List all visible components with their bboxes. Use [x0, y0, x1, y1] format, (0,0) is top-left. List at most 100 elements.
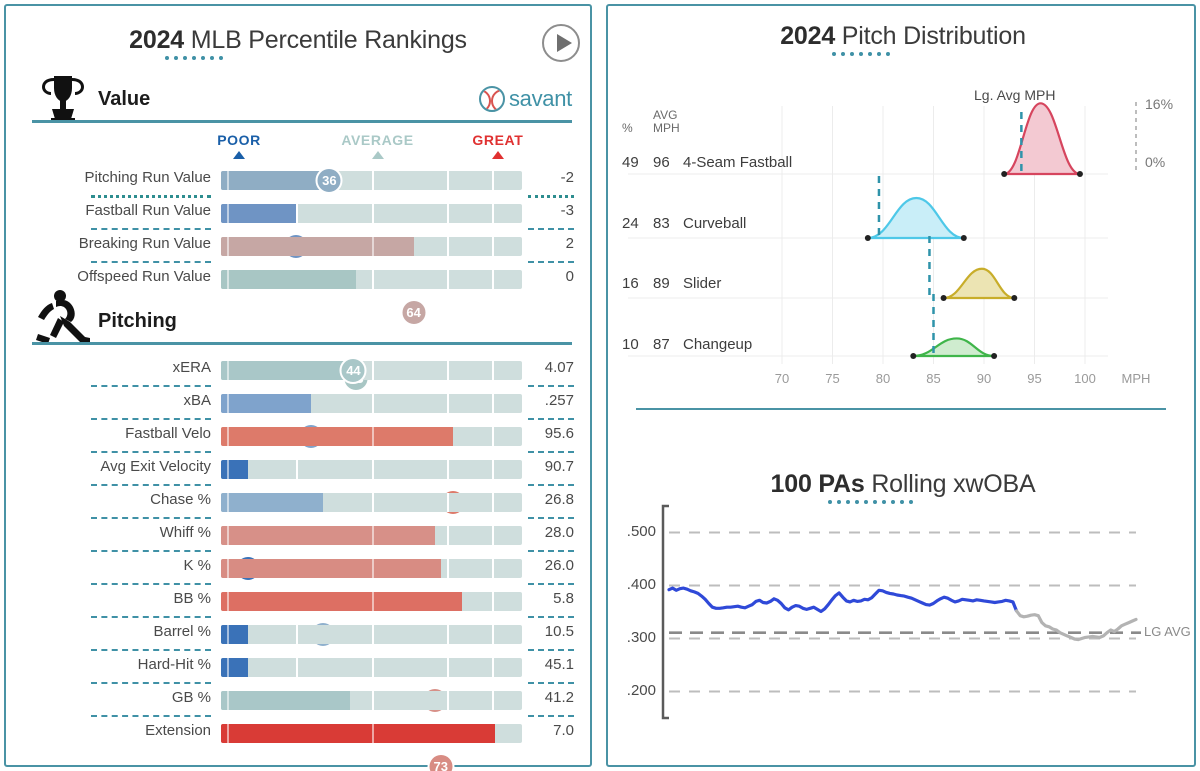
percentile-track: [221, 691, 522, 710]
track-tick: [446, 559, 449, 578]
savant-wordmark: savant: [508, 86, 572, 111]
metric-row[interactable]: K % 73 26.0: [6, 552, 594, 771]
metric-row[interactable]: Chase %3426.8: [6, 486, 594, 648]
percentile-fill: [221, 592, 462, 611]
track-tick: [491, 691, 494, 710]
track-tick: [491, 361, 494, 380]
metric-row[interactable]: BB %805.8: [6, 585, 594, 618]
fill-tick: [371, 592, 374, 611]
metric-label: xBA: [183, 392, 211, 409]
metric-row[interactable]: Fastball Velo7795.6: [6, 420, 594, 516]
fill-tick: [227, 171, 229, 190]
charts-divider: [636, 408, 1166, 410]
play-button[interactable]: [542, 24, 580, 62]
track-tick: [371, 625, 374, 644]
metric-row[interactable]: xBA30.257: [6, 387, 594, 450]
pitch-curve-endpoint: [940, 295, 947, 301]
metric-row[interactable]: Pitching Run Value 36 -2: [6, 164, 594, 197]
fill-tick: [371, 724, 374, 743]
pitch-distribution-chart: 2024 Pitch Distribution % AVG MPH Lg. Av…: [608, 6, 1198, 426]
fill-tick: [227, 493, 229, 512]
fill-tick: [227, 427, 229, 446]
fill-tick: [227, 394, 229, 413]
pitch-curve-endpoint: [1001, 171, 1008, 177]
pd-x-tick-label: 70: [774, 371, 790, 386]
rolling-lg-avg-label: LG AVG: [1144, 624, 1191, 639]
fill-tick: [227, 237, 229, 256]
metric-value: 10.5: [544, 623, 574, 640]
rolling-y-tick-label: .400: [626, 575, 656, 593]
percentile-track: [221, 394, 522, 413]
track-tick: [491, 237, 494, 256]
percentile-header-title: 2024 MLB Percentile Rankings: [6, 26, 590, 55]
percentile-track: [221, 724, 522, 743]
percentile-fill: [221, 427, 453, 446]
metric-row[interactable]: Fastball Run Value25-3: [6, 197, 594, 260]
pitch-usage-pct: 49: [622, 154, 639, 171]
track-tick: [446, 493, 449, 512]
fill-tick: [227, 724, 229, 743]
savant-player-card: 2024 MLB Percentile Rankings Value savan…: [0, 0, 1200, 771]
track-tick: [371, 658, 374, 677]
track-tick: [446, 204, 449, 223]
baseball-icon: [478, 86, 505, 112]
pd-x-tick-label: 95: [1027, 371, 1042, 386]
percentile-rankings-card: 2024 MLB Percentile Rankings Value savan…: [4, 4, 594, 771]
track-tick: [491, 625, 494, 644]
pitch-avg-mph: 83: [653, 215, 670, 232]
metric-value: .257: [544, 392, 574, 409]
pd-x-tick-label: 85: [926, 371, 941, 386]
pitch-usage-pct: 24: [622, 215, 639, 232]
metric-row[interactable]: Hard-Hit %945.1: [6, 651, 594, 684]
percentile-track: [221, 237, 522, 256]
metric-label: Fastball Run Value: [85, 202, 211, 219]
pitch-velocity-curve: [1003, 102, 1082, 176]
percentile-fill: [221, 460, 249, 479]
metric-label: Pitching Run Value: [84, 169, 211, 186]
metric-label: Extension: [145, 722, 211, 739]
percentile-fill: [221, 658, 249, 677]
pitch-curve-endpoint: [864, 235, 871, 241]
track-tick: [491, 559, 494, 578]
metric-label: xERA: [172, 359, 211, 376]
metric-row[interactable]: Extension917.0: [6, 717, 594, 750]
percentile-track: [221, 171, 522, 190]
metric-value: 4.07: [544, 359, 574, 376]
metric-row[interactable]: Breaking Run Value 64 2: [6, 230, 594, 326]
track-tick: [446, 270, 449, 289]
rolling-xwoba-chart: 100 PAs Rolling xwOBA .500.400.300.200 L…: [608, 436, 1198, 766]
percentile-track: [221, 625, 522, 644]
pd-x-tick-label: 80: [875, 371, 891, 386]
metric-row[interactable]: Avg Exit Velocity990.7: [6, 453, 594, 582]
metric-row[interactable]: xERA 44 4.07: [6, 354, 594, 387]
track-tick: [296, 204, 299, 223]
metric-value: 2: [565, 235, 574, 252]
metric-value: 26.8: [544, 491, 574, 508]
metric-value: 0: [565, 268, 574, 285]
percentile-track: [221, 270, 522, 289]
percentile-fill: [221, 361, 354, 380]
percentile-header-year: 2024: [129, 26, 184, 54]
percentile-fill: [221, 625, 249, 644]
track-tick: [491, 204, 494, 223]
poor-marker-triangle-icon: [233, 151, 246, 159]
track-tick: [296, 460, 299, 479]
track-tick: [446, 361, 449, 380]
metric-row[interactable]: GB %4341.2: [6, 684, 594, 717]
percentile-fill: [221, 171, 330, 190]
track-tick: [446, 394, 449, 413]
track-tick: [491, 493, 494, 512]
percentile-fill: [221, 237, 414, 256]
savant-logo[interactable]: savant: [478, 86, 572, 112]
metric-row[interactable]: Barrel %910.5: [6, 618, 594, 651]
metric-value: -2: [560, 169, 574, 186]
play-triangle-icon: [557, 34, 572, 52]
pitch-avg-mph: 89: [653, 275, 670, 292]
metric-row[interactable]: Whiff %7128.0: [6, 519, 594, 714]
metric-value: -3: [560, 202, 574, 219]
metric-value: 26.0: [544, 557, 574, 574]
track-tick: [491, 526, 494, 545]
metric-value: 28.0: [544, 524, 574, 541]
metric-label: Chase %: [150, 491, 211, 508]
pitch-velocity-curve: [866, 196, 965, 240]
